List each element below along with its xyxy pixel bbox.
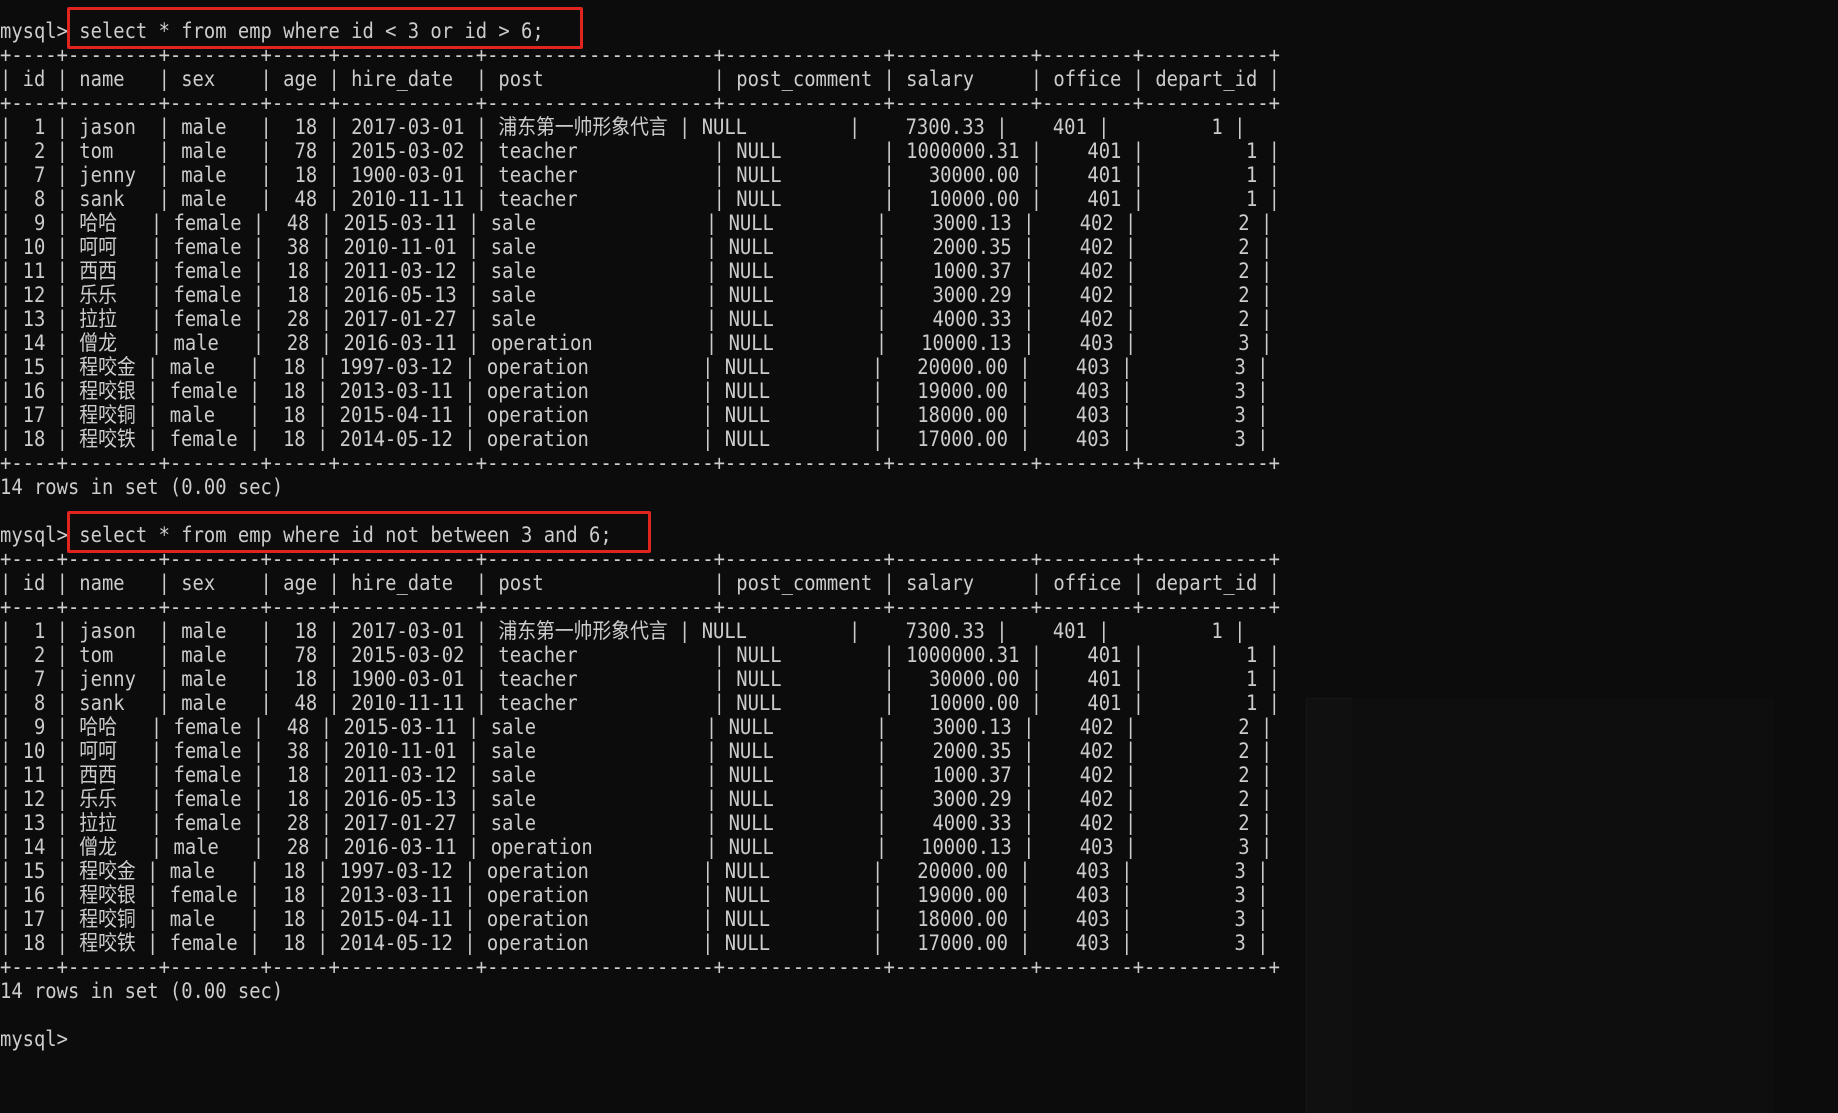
sql-command[interactable]: select * from emp where id < 3 or id > 6… [68,19,543,43]
table-row: | 8 | sank | male | 48 | 2010-11-11 | te… [0,187,1280,211]
table-row: | 1 | jason | male | 18 | 2017-03-01 | 浦… [0,115,1246,139]
result-summary: 14 rows in set (0.00 sec) [0,475,284,499]
table-row: | 17 | 程咬铜 | male | 18 | 2015-04-11 | op… [0,907,1269,931]
table-row: | 18 | 程咬铁 | female | 18 | 2014-05-12 | … [0,931,1269,955]
table-border: +----+--------+--------+-----+----------… [0,955,1280,979]
table-row: | 10 | 呵呵 | female | 38 | 2010-11-01 | s… [0,739,1273,763]
mysql-prompt: mysql> [0,19,68,43]
table-row: | 12 | 乐乐 | female | 18 | 2016-05-13 | s… [0,283,1273,307]
table-row: | 13 | 拉拉 | female | 28 | 2017-01-27 | s… [0,307,1273,331]
table-row: | 7 | jenny | male | 18 | 1900-03-01 | t… [0,667,1280,691]
table-row: | 12 | 乐乐 | female | 18 | 2016-05-13 | s… [0,787,1273,811]
table-border: +----+--------+--------+-----+----------… [0,91,1280,115]
table-row: | 15 | 程咬金 | male | 18 | 1997-03-12 | op… [0,859,1269,883]
final-prompt[interactable]: mysql> [0,1027,68,1051]
table-row: | 1 | jason | male | 18 | 2017-03-01 | 浦… [0,619,1246,643]
table-header-row: | id | name | sex | age | hire_date | po… [0,571,1280,595]
table-row: | 9 | 哈哈 | female | 48 | 2015-03-11 | sa… [0,715,1273,739]
table-row: | 9 | 哈哈 | female | 48 | 2015-03-11 | sa… [0,211,1273,235]
table-row: | 2 | tom | male | 78 | 2015-03-02 | tea… [0,643,1280,667]
result-summary: 14 rows in set (0.00 sec) [0,979,284,1003]
table-row: | 8 | sank | male | 48 | 2010-11-11 | te… [0,691,1280,715]
table-row: | 16 | 程咬银 | female | 18 | 2013-03-11 | … [0,379,1269,403]
table-row: | 10 | 呵呵 | female | 38 | 2010-11-01 | s… [0,235,1273,259]
table-row: | 15 | 程咬金 | male | 18 | 1997-03-12 | op… [0,355,1269,379]
table-border: +----+--------+--------+-----+----------… [0,595,1280,619]
table-row: | 2 | tom | male | 78 | 2015-03-02 | tea… [0,139,1280,163]
table-row: | 13 | 拉拉 | female | 28 | 2017-01-27 | s… [0,811,1273,835]
table-row: | 11 | 西西 | female | 18 | 2011-03-12 | s… [0,259,1273,283]
command-line[interactable]: mysql> select * from emp where id < 3 or… [0,19,544,43]
mysql-prompt: mysql> [0,523,68,547]
sql-command[interactable]: select * from emp where id not between 3… [68,523,611,547]
table-row: | 14 | 僧龙 | male | 28 | 2016-03-11 | ope… [0,331,1273,355]
table-row: | 11 | 西西 | female | 18 | 2011-03-12 | s… [0,763,1273,787]
table-row: | 17 | 程咬铜 | male | 18 | 2015-04-11 | op… [0,403,1269,427]
table-border: +----+--------+--------+-----+----------… [0,43,1280,67]
table-header-row: | id | name | sex | age | hire_date | po… [0,67,1280,91]
table-row: | 16 | 程咬银 | female | 18 | 2013-03-11 | … [0,883,1269,907]
table-border: +----+--------+--------+-----+----------… [0,547,1280,571]
table-row: | 14 | 僧龙 | male | 28 | 2016-03-11 | ope… [0,835,1273,859]
background-overlay-panel-inner [1352,698,1772,1112]
table-row: | 7 | jenny | male | 18 | 1900-03-01 | t… [0,163,1280,187]
terminal-window[interactable]: mysql> select * from emp where id < 3 or… [0,0,1838,1113]
table-row: | 18 | 程咬铁 | female | 18 | 2014-05-12 | … [0,427,1269,451]
command-line[interactable]: mysql> select * from emp where id not be… [0,523,612,547]
table-border: +----+--------+--------+-----+----------… [0,451,1280,475]
